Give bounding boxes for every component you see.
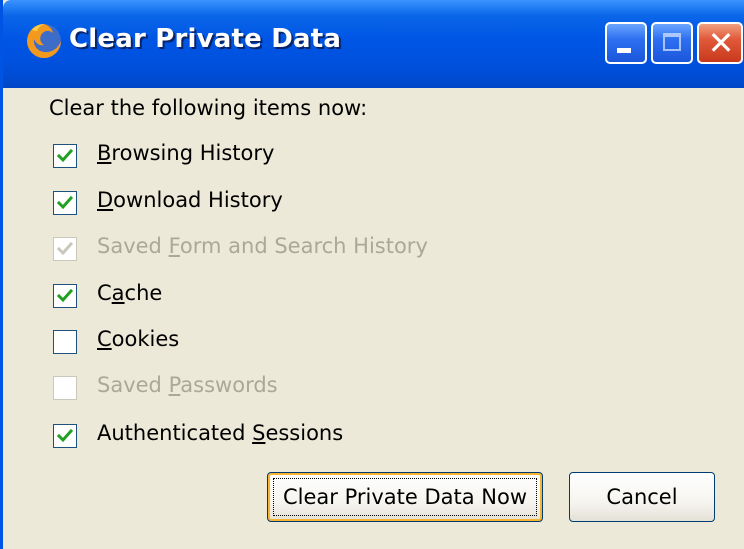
checkbox-label-cookies[interactable]: Cookies [97,327,179,351]
cancel-label: Cancel [606,485,678,509]
minimize-icon [617,48,631,53]
firefox-icon [27,24,61,58]
close-icon: ✕ [707,24,735,62]
checkbox-authenticated-sessions[interactable] [53,424,77,448]
checkbox-label-browsing-history[interactable]: Browsing History [97,141,274,165]
checkbox-cache[interactable] [53,284,77,308]
clear-private-data-now-button[interactable]: Clear Private Data Now [267,472,543,522]
checkbox-cookies[interactable] [53,330,77,354]
checkbox-saved-form-history [53,237,77,261]
maximize-icon [663,33,681,51]
checkbox-saved-passwords [53,376,77,400]
checkbox-label-saved-passwords: Saved Passwords [97,373,278,397]
checkbox-browsing-history[interactable] [53,144,77,168]
focus-rectangle [273,478,537,516]
checkmark-icon [57,241,73,256]
clear-private-data-dialog: Clear Private Data ✕ Clear the following… [0,0,744,549]
maximize-button[interactable] [651,22,693,64]
checkmark-icon [57,288,73,303]
checkbox-download-history[interactable] [53,191,77,215]
window-title: Clear Private Data [69,24,342,54]
checkbox-label-download-history[interactable]: Download History [97,188,283,212]
checkmark-icon [57,148,73,163]
cancel-button[interactable]: Cancel [569,472,715,522]
checkmark-icon [57,195,73,210]
dialog-heading: Clear the following items now: [49,96,368,120]
checkbox-label-cache[interactable]: Cache [97,281,162,305]
minimize-button[interactable] [605,22,647,64]
checkbox-label-saved-form-history: Saved Form and Search History [97,234,428,258]
title-bar[interactable]: Clear Private Data ✕ [3,0,744,88]
checkmark-icon [57,428,73,443]
close-button[interactable]: ✕ [697,22,743,64]
checkbox-label-authenticated-sessions[interactable]: Authenticated Sessions [97,421,343,445]
